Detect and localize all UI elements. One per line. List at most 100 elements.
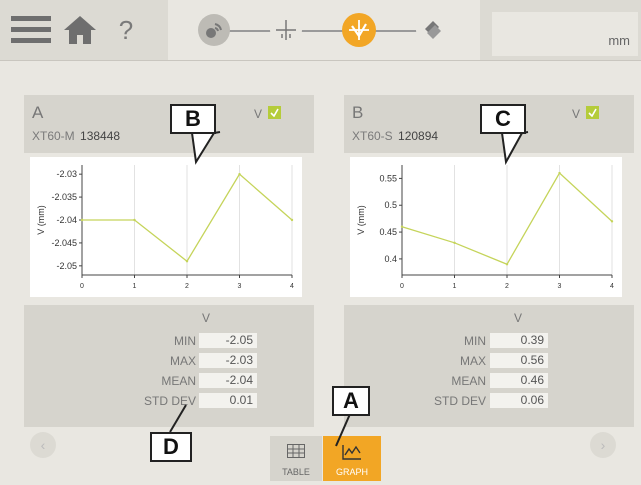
sensor-model: XT60-M 138448 — [32, 129, 120, 143]
panel-header: A XT60-M 138448 V — [24, 95, 314, 153]
stat-value: -2.04 — [199, 373, 257, 388]
sensor-panel-b: B XT60-S 120894 V 0.55 0.5 0.45 0.4 0 1 2 3 4 V (… — [344, 95, 634, 427]
y-tick-label: 0.55 — [379, 173, 397, 183]
chart-a-plot: -2.03 -2.035 -2.04 -2.045 -2.05 0 1 2 3 4 V (mm) — [36, 165, 294, 290]
workflow-connector — [212, 30, 432, 32]
stat-row-max: MAX 0.56 — [344, 352, 634, 370]
sensor-model: XT60-S 120894 — [352, 129, 438, 143]
stat-label: MEAN — [451, 374, 486, 388]
y-tick-label: -2.04 — [56, 215, 77, 225]
y-axis-label: V (mm) — [356, 205, 366, 235]
stat-value: -2.03 — [199, 353, 257, 368]
x-tick-label: 4 — [290, 283, 294, 290]
tab-table-label: TABLE — [282, 467, 310, 477]
callout-d: D — [150, 432, 192, 462]
stat-value: 0.56 — [490, 353, 548, 368]
home-icon[interactable] — [58, 0, 102, 60]
panel-letter: B — [352, 103, 364, 122]
x-tick-label: 3 — [558, 283, 562, 290]
stat-row-max: MAX -2.03 — [24, 352, 314, 370]
model-label: XT60-M — [32, 129, 75, 143]
crosshair-icon[interactable] — [270, 14, 302, 46]
tab-graph-label: GRAPH — [335, 467, 368, 477]
prev-page-button[interactable]: ‹ — [30, 432, 56, 458]
x-tick-label: 2 — [185, 283, 189, 290]
y-tick-label: -2.035 — [51, 192, 77, 202]
v-checkbox[interactable] — [586, 106, 599, 119]
unit-display: mm — [492, 12, 638, 56]
tab-table[interactable]: TABLE — [270, 436, 322, 481]
y-tick-label: -2.045 — [51, 238, 77, 248]
callout-c: C — [480, 104, 526, 134]
y-tick-label: -2.05 — [56, 261, 77, 271]
model-label: XT60-S — [352, 129, 393, 143]
next-page-button[interactable]: › — [590, 432, 616, 458]
sensor-panel-a: A XT60-M 138448 V -2.03 -2.035 -2.04 -2.045… — [24, 95, 314, 427]
callout-a: A — [332, 386, 370, 416]
result-report-icon[interactable] — [416, 14, 448, 46]
graph-icon — [342, 444, 362, 465]
stat-label: MEAN — [161, 374, 196, 388]
x-tick-label: 1 — [133, 283, 137, 290]
stat-value: 0.39 — [490, 333, 548, 348]
x-tick-label: 2 — [505, 283, 509, 290]
data-point — [185, 260, 189, 263]
y-tick-label: 0.5 — [384, 200, 397, 210]
stat-label: STD DEV — [143, 394, 196, 408]
x-tick-label: 3 — [238, 283, 242, 290]
sensor-connect-icon[interactable] — [198, 14, 230, 46]
data-point — [558, 171, 561, 175]
table-icon — [287, 444, 305, 463]
v-checkbox[interactable] — [268, 106, 281, 119]
data-point — [505, 263, 509, 266]
data-point — [610, 220, 614, 223]
stat-label: STD DEV — [433, 394, 486, 408]
stat-row-std-dev: STD DEV 0.06 — [344, 392, 634, 410]
data-point — [453, 241, 456, 245]
x-tick-label: 4 — [610, 283, 614, 290]
stat-row-min: MIN -2.05 — [24, 332, 314, 350]
stats-table-b: V MIN 0.39 MAX 0.56 MEAN 0.46 STD DEV 0.… — [344, 305, 634, 427]
stat-row-min: MIN 0.39 — [344, 332, 634, 350]
panel-letter: A — [32, 103, 44, 122]
data-point — [290, 218, 294, 222]
y-tick-label: -2.03 — [56, 169, 77, 179]
stat-label: MAX — [459, 354, 486, 368]
stat-row-mean: MEAN 0.46 — [344, 372, 634, 390]
stats-table-a: V MIN -2.05 MAX -2.03 MEAN -2.04 STD DEV… — [24, 305, 314, 427]
data-point — [238, 172, 241, 176]
x-tick-label: 1 — [453, 283, 457, 290]
y-axis-label: V (mm) — [36, 205, 46, 235]
stat-label: MIN — [174, 334, 196, 348]
help-button[interactable]: ? — [108, 0, 144, 60]
unit-label: mm — [608, 33, 630, 48]
stat-value: -2.05 — [199, 333, 257, 348]
serial-number: 138448 — [80, 129, 121, 143]
x-tick-label: 0 — [400, 283, 404, 290]
callout-b: B — [170, 104, 216, 134]
workflow-steps — [168, 0, 480, 60]
hamburger-menu-icon[interactable] — [6, 0, 56, 60]
data-point — [400, 225, 404, 228]
measure-icon[interactable] — [342, 13, 376, 47]
v-label: V — [254, 107, 263, 121]
stat-value: 0.46 — [490, 373, 548, 388]
y-tick-label: 0.4 — [384, 254, 397, 264]
stat-value: 0.01 — [199, 393, 257, 408]
tab-graph[interactable]: GRAPH — [323, 436, 381, 481]
chart-b: 0.55 0.5 0.45 0.4 0 1 2 3 4 V (mm) — [350, 157, 622, 297]
stat-row-std-dev: STD DEV 0.01 — [24, 392, 314, 410]
stat-label: MAX — [169, 354, 196, 368]
data-point — [80, 218, 84, 222]
stats-header: V — [514, 311, 523, 325]
y-tick-label: 0.45 — [379, 227, 397, 237]
x-tick-label: 0 — [80, 283, 84, 290]
top-toolbar: ? mm — [0, 0, 641, 61]
stat-label: MIN — [464, 334, 486, 348]
stat-value: 0.06 — [490, 393, 548, 408]
chart-b-plot: 0.55 0.5 0.45 0.4 0 1 2 3 4 V (mm) — [356, 165, 614, 290]
v-label: V — [572, 107, 581, 121]
stats-header: V — [202, 311, 211, 325]
data-point — [133, 218, 136, 222]
chart-a: -2.03 -2.035 -2.04 -2.045 -2.05 0 1 2 3 4 V (mm) — [30, 157, 302, 297]
